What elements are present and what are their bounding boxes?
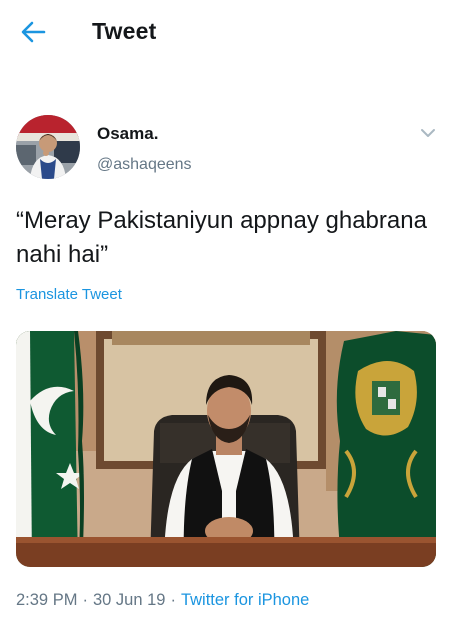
tweet-photo bbox=[16, 331, 436, 567]
avatar[interactable] bbox=[16, 115, 80, 179]
tweet-time: 2:39 PM bbox=[16, 591, 78, 609]
author-display-name[interactable]: Osama. bbox=[97, 124, 158, 144]
tweet-image[interactable] bbox=[16, 331, 436, 567]
separator: · bbox=[82, 591, 88, 609]
tweet-source-link[interactable]: Twitter for iPhone bbox=[181, 591, 309, 609]
top-bar: Tweet bbox=[0, 0, 450, 64]
arrow-left-icon bbox=[21, 21, 46, 43]
tweet-date: 30 Jun 19 bbox=[92, 591, 166, 609]
back-button[interactable] bbox=[18, 18, 48, 46]
translate-tweet-link[interactable]: Translate Tweet bbox=[16, 286, 122, 303]
separator: · bbox=[170, 591, 176, 609]
tweet-menu-button[interactable] bbox=[419, 126, 437, 138]
tweet-meta: 2:39 PM · 30 Jun 19 · Twitter for iPhone bbox=[16, 591, 309, 610]
author-handle[interactable]: @ashaqeens bbox=[97, 156, 192, 174]
tweet-text: “Meray Pakistaniyun appnay ghabrana nahi… bbox=[16, 207, 427, 268]
avatar-image bbox=[16, 115, 80, 179]
chevron-down-icon bbox=[421, 129, 435, 137]
page-title: Tweet bbox=[92, 18, 157, 44]
